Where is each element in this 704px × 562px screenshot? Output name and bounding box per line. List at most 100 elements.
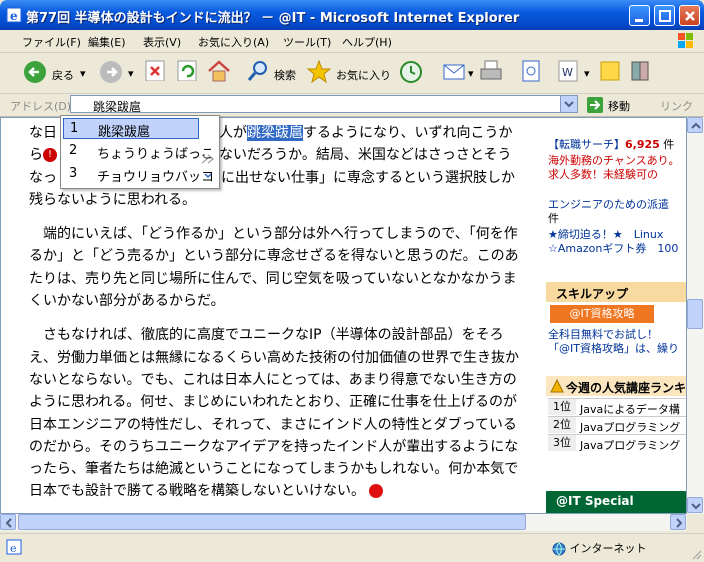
svg-text:W: W: [562, 66, 573, 79]
home-button[interactable]: [206, 59, 232, 87]
zone-label: インターネット: [569, 542, 647, 555]
horizontal-scroll-thumb[interactable]: [18, 514, 526, 530]
go-arrow-icon: [587, 97, 603, 113]
scroll-up-icon[interactable]: [687, 117, 703, 133]
ranking-row[interactable]: 1位 Javaによるデータ構: [548, 398, 686, 416]
temp-staff-link[interactable]: エンジニアのための派遣: [548, 196, 669, 212]
rank-title: Javaプログラミング: [580, 421, 681, 434]
expand-arrows-icon[interactable]: [201, 154, 215, 164]
window-title: 第77回 半導体の設計もインドに流出？ － @IT - Microsoft In…: [26, 11, 520, 26]
candidate-text: 跳梁跋扈: [98, 125, 151, 140]
temp-line-4[interactable]: ☆Amazonギフト券 100: [548, 240, 678, 256]
rank-title: Javaによるデータ構: [580, 403, 680, 416]
text-fragment: に出せない仕事」に専念するという選択肢しか: [221, 169, 515, 186]
address-bar: アドレス(D) 跳梁跋扈 移動 リンク: [0, 94, 704, 117]
address-dropdown-icon[interactable]: [560, 96, 577, 112]
menu-view[interactable]: 表示(V): [143, 34, 181, 50]
ime-candidate[interactable]: 1 跳梁跋扈: [63, 118, 199, 140]
rank-number: 2位: [548, 417, 576, 433]
svg-text:e: e: [10, 9, 18, 23]
address-value: 跳梁跋扈: [93, 100, 142, 114]
horizontal-scrollbar[interactable]: [0, 514, 687, 531]
ime-candidate-list[interactable]: 1 跳梁跋扈 2 ちょうりょうばっこ 3 チョウリョウバッコ: [60, 115, 220, 189]
vertical-scroll-thumb[interactable]: [687, 299, 703, 329]
article-paragraph-2: 端的にいえば、「どう作るか」という部分は外へ行ってしまうので、「何を作るか」と「…: [29, 226, 519, 310]
mail-dropdown-icon[interactable]: ▾: [468, 67, 474, 80]
home-icon: [208, 60, 230, 82]
text-fragment: 人が: [219, 125, 247, 141]
special-heading-text: @IT Special: [556, 494, 634, 508]
menu-tools[interactable]: ツール(T): [283, 34, 331, 50]
back-arrow-icon: [24, 61, 46, 83]
favorites-label: お気に入り: [336, 69, 391, 82]
candidate-number: 3: [69, 166, 78, 181]
history-icon: [400, 61, 422, 83]
title-bar[interactable]: e 第77回 半導体の設計もインドに流出？ － @IT - Microsoft …: [0, 0, 704, 30]
messenger-button[interactable]: [598, 59, 622, 87]
links-toolbar[interactable]: リンク: [660, 98, 693, 114]
refresh-icon: [177, 60, 197, 82]
skill-badge-link[interactable]: @IT資格攻略: [550, 305, 654, 323]
mail-icon: [443, 64, 465, 80]
maximize-button[interactable]: [654, 5, 675, 26]
forward-dropdown-icon[interactable]: ▾: [128, 67, 134, 80]
scroll-left-icon[interactable]: [0, 514, 16, 530]
favorites-star-icon: [306, 59, 332, 84]
job-count: 6,925: [625, 138, 660, 151]
svg-text:e: e: [10, 542, 17, 555]
close-button[interactable]: [679, 5, 700, 26]
scroll-down-icon[interactable]: [687, 497, 703, 513]
job-search-link[interactable]: 【転職サーチ】6,925 件: [548, 136, 674, 152]
ranking-row[interactable]: 2位 Javaプログラミング: [548, 416, 686, 434]
refresh-button[interactable]: [176, 59, 198, 87]
back-dropdown-icon[interactable]: ▾: [80, 67, 86, 80]
back-button[interactable]: 戻る ▾: [22, 59, 86, 87]
attention-marker-icon: !: [43, 148, 57, 163]
skillup-heading-text: スキルアップ: [556, 287, 629, 301]
menu-help[interactable]: ヘルプ(H): [342, 34, 392, 50]
search-label: 検索: [274, 69, 296, 82]
scroll-corner: [687, 514, 704, 531]
word-dropdown-icon[interactable]: ▾: [584, 67, 590, 80]
article-paragraph-3: さもなければ、徹底的に高度でユニークなIP（半導体の設計部品）をそろえ、労働力単…: [29, 324, 525, 502]
standard-toolbar: 戻る ▾ ▾ 検索 お気に入り ▾ W ▾: [0, 53, 704, 94]
page-status-icon: e: [6, 539, 22, 555]
menu-favorites[interactable]: お気に入り(A): [198, 34, 269, 50]
ranking-heading-text: 今週の人気講座ランキ: [566, 381, 687, 395]
stop-icon: [145, 60, 165, 82]
go-button[interactable]: 移動: [586, 96, 630, 117]
edit-button[interactable]: [520, 59, 542, 87]
status-bar: e インターネット: [0, 533, 704, 562]
text-fragment: ないだろうか。結局、米国などはさっさとそう: [219, 147, 512, 164]
menu-edit[interactable]: 編集(E): [88, 34, 126, 50]
stop-button[interactable]: [144, 59, 166, 87]
word-button[interactable]: W ▾: [556, 59, 590, 87]
menu-file[interactable]: ファイル(F): [22, 34, 81, 50]
scroll-right-icon[interactable]: [670, 514, 686, 530]
ie-logo-icon: e: [6, 7, 22, 23]
go-label: 移動: [608, 100, 630, 113]
ime-candidate[interactable]: 2 ちょうりょうばっこ: [63, 141, 214, 162]
search-button[interactable]: 検索: [246, 59, 296, 87]
mail-button[interactable]: ▾: [442, 59, 474, 87]
rank-number: 1位: [548, 399, 576, 415]
job-line-3[interactable]: 求人多数！未経験可の: [548, 166, 658, 182]
print-button[interactable]: [478, 59, 504, 87]
minimize-button[interactable]: [629, 5, 650, 26]
forward-button[interactable]: ▾: [98, 59, 134, 87]
address-input[interactable]: 跳梁跋扈: [70, 95, 578, 114]
warning-icon: [550, 379, 564, 393]
ranking-row[interactable]: 3位 Javaプログラミング: [548, 434, 686, 452]
favorites-button[interactable]: お気に入り: [306, 59, 391, 87]
resize-grip-icon[interactable]: [690, 548, 702, 560]
candidate-number: 1: [70, 121, 79, 136]
note-icon: [600, 61, 620, 81]
vertical-scrollbar[interactable]: [687, 117, 704, 514]
text-fragment: するようになり、いずれ向こうか: [303, 125, 513, 141]
research-button[interactable]: [628, 59, 652, 87]
address-label: アドレス(D): [10, 100, 72, 113]
history-button[interactable]: [398, 59, 424, 87]
ime-scroll-icon[interactable]: [203, 172, 213, 182]
ime-candidate[interactable]: 3 チョウリョウバッコ: [63, 164, 214, 185]
skill-line-2[interactable]: 「@IT資格攻略」は、繰り: [548, 340, 679, 356]
